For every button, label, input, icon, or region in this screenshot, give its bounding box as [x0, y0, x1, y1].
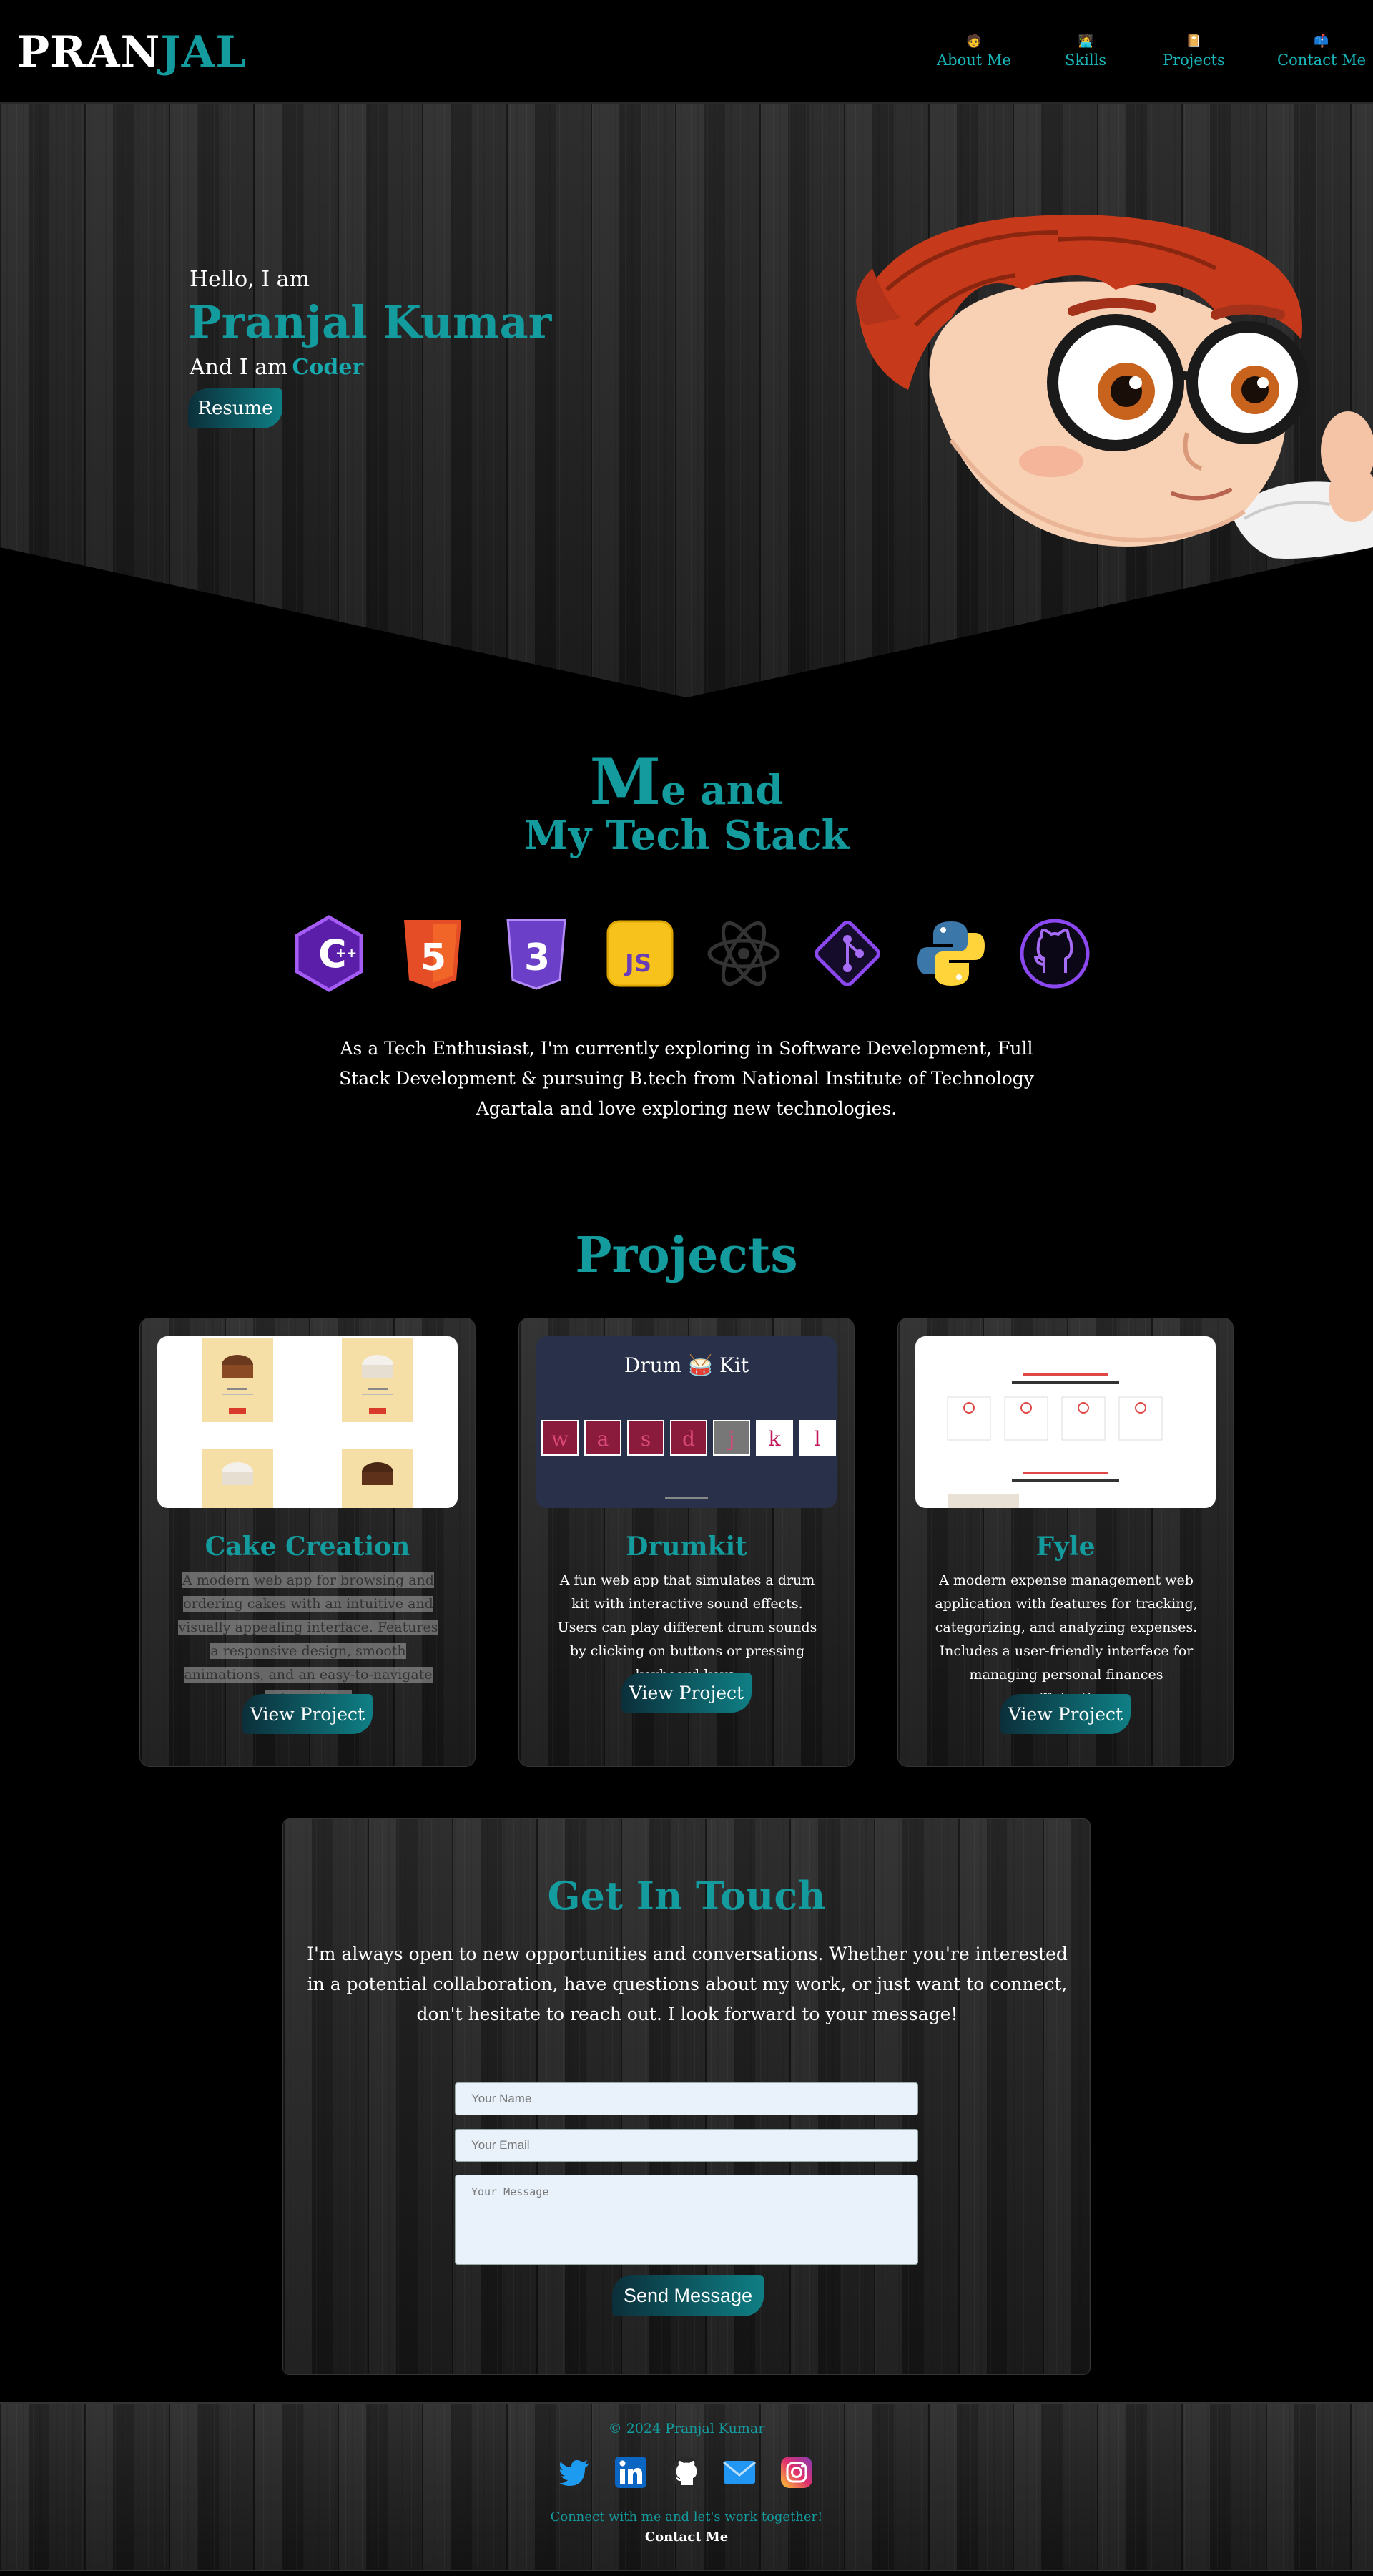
drum-key-label: w [551, 1427, 569, 1451]
projects-title: Projects [575, 1227, 798, 1284]
fyle-preview [915, 1336, 1216, 1508]
footer: © 2024 Pranjal Kumar Connect with me and… [0, 2402, 1373, 2571]
svg-text:5: 5 [420, 936, 446, 979]
nav-label: Projects [1163, 52, 1225, 69]
hero-name: Pranjal Kumar [188, 296, 552, 348]
project-description: A modern expense management web applicat… [935, 1572, 1198, 1706]
drumkit-preview-title: Drum 🥁 Kit [624, 1353, 749, 1377]
hero-role-line: And I am Coder [190, 355, 363, 380]
nav-item-about[interactable]: 🧑 About Me [937, 34, 1011, 69]
nav-item-projects[interactable]: 📔 Projects [1163, 34, 1225, 69]
github-icon [1020, 919, 1090, 989]
nav-item-skills[interactable]: 🧑‍💻 Skills [1065, 34, 1106, 69]
nav-label: Contact Me [1277, 52, 1367, 69]
python-icon [917, 921, 985, 986]
drum-key-label: a [597, 1427, 609, 1451]
about-title-cap: M [589, 744, 661, 820]
cpp-icon: C ++ [295, 915, 363, 992]
send-message-button[interactable]: Send Message [612, 2275, 764, 2316]
resume-button[interactable]: Resume [188, 388, 282, 428]
drum-key-label: s [641, 1427, 651, 1451]
svg-text:3: 3 [524, 936, 550, 979]
about-paragraph: As a Tech Enthusiast, I'm currently expl… [339, 1038, 1034, 1119]
about-subtitle: My Tech Stack [523, 812, 850, 859]
drum-key-label: d [682, 1427, 695, 1451]
cartoon-boy-illustration [856, 215, 1373, 559]
css3-icon: 3 [506, 919, 566, 990]
javascript-icon: JS [606, 920, 674, 987]
about-title: Me and [0, 744, 1373, 820]
react-icon [707, 921, 780, 986]
svg-text:JS: JS [624, 949, 651, 978]
notebook-icon: 📔 [1186, 34, 1201, 49]
drum-key-label: l [815, 1427, 821, 1451]
site-logo[interactable]: PRANJAL [17, 27, 247, 77]
tech-stack: C ++ 5 3 JS [290, 914, 1090, 993]
drumkit-preview: Drum 🥁 Kit wasdjkl [536, 1336, 837, 1508]
project-title: Fyle [1035, 1532, 1096, 1562]
view-project-button[interactable]: View Project [1000, 1694, 1131, 1734]
nav-label: About Me [937, 52, 1011, 69]
view-project-button[interactable]: View Project [621, 1673, 752, 1713]
navbar: PRANJAL 🧑 About Me 🧑‍💻 Skills 📔 Projects… [0, 0, 1373, 104]
project-card-cake-creation: Cake Creation A modern web app for brows… [139, 1318, 476, 1767]
about-title-rest: e and [661, 767, 784, 814]
git-icon [815, 921, 880, 986]
project-description: A fun web app that simulates a drum kit … [557, 1572, 817, 1683]
email-icon[interactable] [722, 2455, 757, 2489]
project-title: Drumkit [626, 1532, 747, 1562]
project-title: Cake Creation [205, 1532, 410, 1562]
logo-part-1: PRAN [17, 27, 161, 77]
mailbox-icon: 📫 [1314, 34, 1329, 49]
technologist-icon: 🧑‍💻 [1078, 34, 1093, 49]
social-links [0, 2455, 1373, 2491]
person-icon: 🧑 [966, 34, 982, 49]
svg-text:++: ++ [335, 946, 357, 961]
logo-part-2: JAL [160, 27, 247, 77]
hero-role-prefix: And I am [190, 355, 288, 380]
twitter-icon[interactable] [558, 2455, 592, 2489]
message-textarea[interactable] [455, 2175, 918, 2265]
drum-key-label: k [769, 1427, 782, 1451]
footer-tagline: Connect with me and let's work together! [550, 2509, 823, 2524]
html5-icon: 5 [404, 920, 461, 989]
project-description: A modern web app for browsing and orderi… [176, 1569, 441, 1710]
contact-title: Get In Touch [547, 1873, 826, 1919]
footer-contact-link[interactable]: Contact Me [0, 2530, 1373, 2545]
email-input[interactable] [455, 2129, 918, 2162]
cake-creation-preview [157, 1336, 458, 1508]
project-card-drumkit: Drum 🥁 Kit wasdjkl Drumkit A fun web app… [518, 1318, 855, 1767]
github-icon[interactable] [669, 2455, 704, 2489]
view-project-button[interactable]: View Project [242, 1694, 373, 1734]
project-card-fyle: Fyle A modern expense management web app… [897, 1318, 1234, 1767]
project-description-text: A modern web app for browsing and orderi… [178, 1572, 438, 1706]
contact-paragraph: I'm always open to new opportunities and… [307, 1944, 1068, 2024]
nav-item-contact[interactable]: 📫 Contact Me [1277, 34, 1366, 69]
nav-label: Skills [1065, 52, 1107, 69]
hero-role: Coder [292, 355, 364, 380]
contact-section: Get In Touch I'm always open to new oppo… [282, 1818, 1091, 2375]
hero-greeting: Hello, I am [190, 267, 310, 292]
name-input[interactable] [455, 2082, 918, 2115]
instagram-icon[interactable] [779, 2455, 814, 2489]
linkedin-icon[interactable] [614, 2455, 648, 2489]
copyright: © 2024 Pranjal Kumar [608, 2421, 765, 2437]
